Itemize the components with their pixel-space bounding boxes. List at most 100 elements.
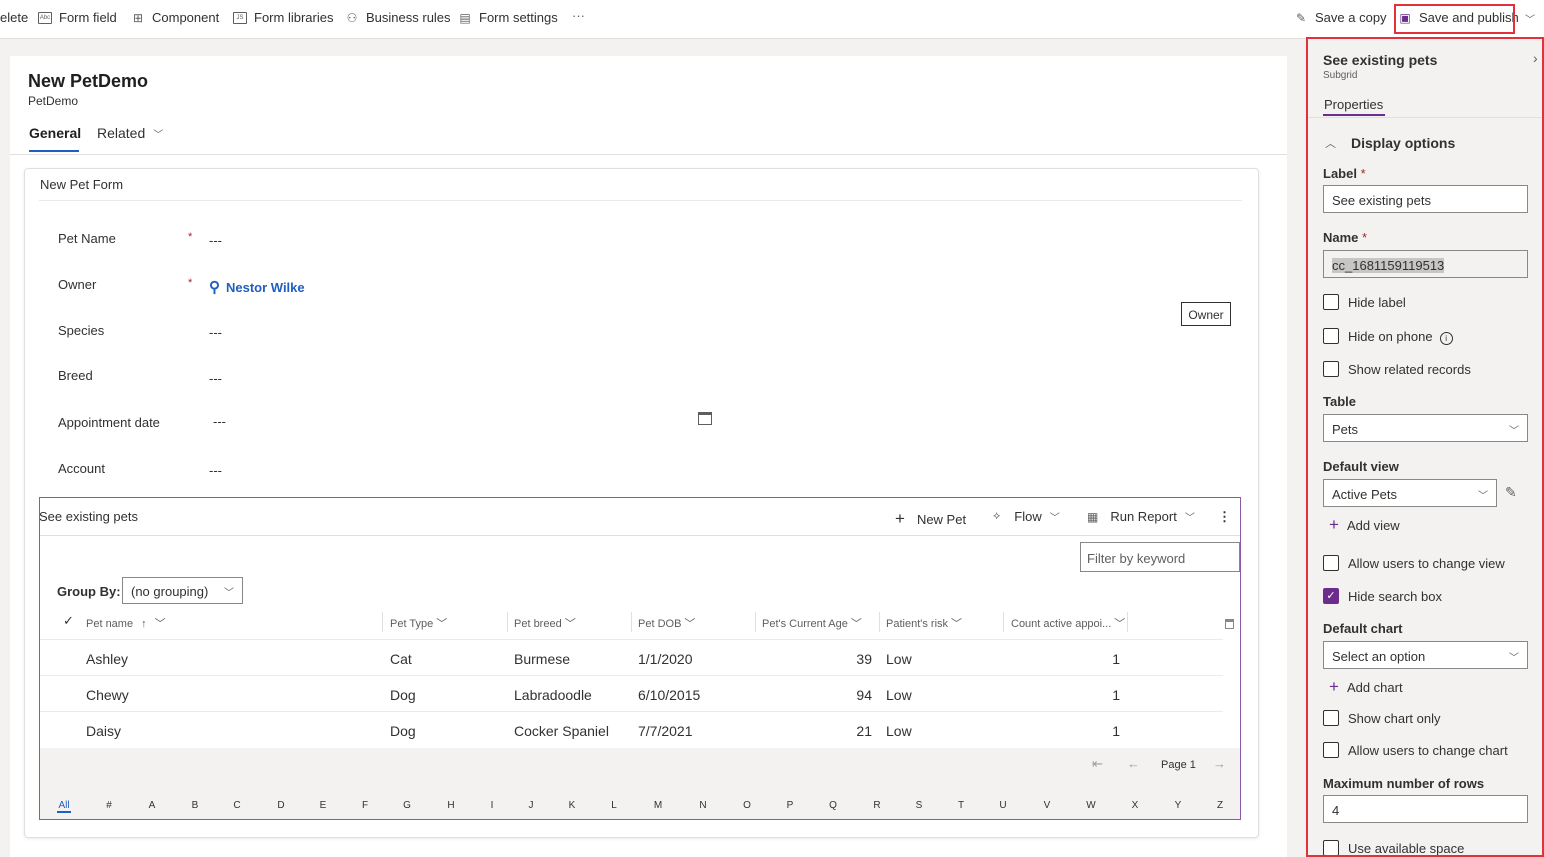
column-header-pet-name[interactable]: Pet name ↑ ﹀	[86, 615, 166, 631]
allow-change-view-checkbox[interactable]	[1323, 555, 1339, 571]
close-panel-icon[interactable]: ›	[1533, 50, 1538, 66]
tab-properties[interactable]: Properties	[1324, 97, 1383, 112]
chevron-up-icon[interactable]: ︿	[1325, 135, 1336, 151]
hide-label-checkbox[interactable]	[1323, 294, 1339, 310]
jump-letter-b[interactable]: B	[188, 800, 202, 811]
calendar-icon[interactable]	[698, 412, 712, 425]
tab-selected-indicator	[29, 150, 79, 152]
jump-letter-o[interactable]: O	[740, 800, 754, 811]
jump-letter-m[interactable]: M	[651, 800, 665, 811]
jump-letter-t[interactable]: T	[954, 800, 968, 811]
jump-letter-p[interactable]: P	[783, 800, 797, 811]
jump-letter-j[interactable]: J	[524, 800, 538, 811]
jump-letter-e[interactable]: E	[316, 800, 330, 811]
component-button[interactable]: ⊞ Component	[131, 10, 219, 25]
run-report-button[interactable]: ▦ Run Report ﹀	[1087, 509, 1195, 524]
jump-letter-k[interactable]: K	[565, 800, 579, 811]
column-editor-icon[interactable]	[1225, 619, 1234, 629]
column-header-pet-type[interactable]: Pet Type ﹀	[390, 615, 447, 631]
hide-search-box-checkbox[interactable]: ✓	[1323, 588, 1339, 604]
filter-by-keyword-input[interactable]: Filter by keyword	[1080, 542, 1240, 572]
chevron-down-icon: ﹀	[436, 618, 448, 630]
jump-letter-all[interactable]: All	[57, 800, 71, 813]
appointment-date-value[interactable]: ---	[213, 414, 226, 429]
account-value[interactable]: ---	[209, 463, 222, 478]
more-commands-button[interactable]: ···	[572, 8, 585, 23]
column-header-current-age[interactable]: Pet's Current Age ﹀	[762, 615, 862, 631]
form-field-button[interactable]: Abc Form field	[38, 10, 117, 25]
cell-pet-name[interactable]: Daisy	[86, 723, 121, 739]
column-separator	[507, 612, 508, 632]
form-libraries-button[interactable]: JS Form libraries	[233, 10, 333, 25]
more-vertical-icon[interactable]: ⋮	[1218, 509, 1231, 525]
new-pet-button[interactable]: + New Pet	[895, 509, 966, 529]
jump-letter-f[interactable]: F	[358, 800, 372, 811]
cell-pet-name[interactable]: Chewy	[86, 687, 129, 703]
use-available-space-checkbox[interactable]	[1323, 840, 1339, 856]
flow-button[interactable]: ⟡ Flow ﹀	[993, 509, 1060, 524]
default-view-select[interactable]: Active Pets ﹀	[1323, 479, 1497, 507]
jump-letter-v[interactable]: V	[1040, 800, 1054, 811]
jump-letter-r[interactable]: R	[870, 800, 884, 811]
select-all-checkmark-icon[interactable]: ✓	[63, 613, 74, 629]
column-header-pet-breed[interactable]: Pet breed ﹀	[514, 615, 576, 631]
cell-pet-dob: 7/7/2021	[638, 723, 693, 739]
jump-letter-w[interactable]: W	[1084, 800, 1098, 811]
pet-name-value[interactable]: ---	[209, 233, 222, 248]
jump-letter-y[interactable]: Y	[1171, 800, 1185, 811]
allow-change-chart-checkbox[interactable]	[1323, 742, 1339, 758]
next-page-icon[interactable]: →	[1213, 756, 1226, 771]
chevron-down-icon: ﹀	[153, 130, 164, 141]
cell-pet-name[interactable]: Ashley	[86, 651, 128, 667]
default-chart-select[interactable]: Select an option ﹀	[1323, 641, 1528, 669]
breed-value[interactable]: ---	[209, 371, 222, 386]
max-rows-input[interactable]: 4	[1323, 795, 1528, 823]
column-header-pet-dob[interactable]: Pet DOB ﹀	[638, 615, 695, 631]
jump-letter-s[interactable]: S	[912, 800, 926, 811]
chevron-down-icon: ﹀	[154, 618, 166, 630]
add-chart-button[interactable]: + Add chart	[1329, 677, 1403, 697]
jump-letter-h[interactable]: H	[444, 800, 458, 811]
hide-on-phone-checkbox[interactable]	[1323, 328, 1339, 344]
previous-page-icon[interactable]: ←	[1127, 756, 1140, 771]
hide-on-phone-label: Hide on phone	[1348, 329, 1433, 344]
jump-letter-g[interactable]: G	[400, 800, 414, 811]
first-page-icon[interactable]: ⇤	[1092, 756, 1103, 772]
cell-count-active: 1	[1112, 651, 1120, 667]
label-field-label: Label *	[1323, 166, 1366, 181]
cell-patient-risk: Low	[886, 651, 912, 667]
display-options-heading[interactable]: Display options	[1351, 135, 1455, 151]
jump-letter-u[interactable]: U	[996, 800, 1010, 811]
jump-letter-l[interactable]: L	[607, 800, 621, 811]
jump-letter-z[interactable]: Z	[1213, 800, 1227, 811]
jump-letter-x[interactable]: X	[1128, 800, 1142, 811]
business-rules-button[interactable]: ⚇ Business rules	[345, 10, 451, 25]
species-value[interactable]: ---	[209, 325, 222, 340]
form-settings-button[interactable]: ▤ Form settings	[458, 10, 557, 25]
tab-general[interactable]: General	[29, 125, 81, 141]
jump-letter-d[interactable]: D	[274, 800, 288, 811]
jump-letter-hash[interactable]: #	[102, 800, 116, 811]
save-copy-button[interactable]: ✎ Save a copy	[1294, 10, 1387, 25]
name-input[interactable]: cc_1681159119513	[1323, 250, 1528, 278]
edit-view-pencil-icon[interactable]: ✎	[1505, 484, 1517, 501]
column-header-patient-risk[interactable]: Patient's risk ﹀	[886, 615, 962, 631]
save-dropdown-chevron-icon[interactable]: ﹀	[1525, 11, 1535, 26]
show-chart-only-checkbox[interactable]	[1323, 710, 1339, 726]
show-related-records-checkbox[interactable]	[1323, 361, 1339, 377]
label-input[interactable]: See existing pets	[1323, 185, 1528, 213]
column-header-label: Pet's Current Age	[762, 618, 848, 630]
tab-related[interactable]: Related ﹀	[97, 125, 163, 141]
add-view-button[interactable]: + Add view	[1329, 515, 1400, 535]
jump-letter-n[interactable]: N	[696, 800, 710, 811]
jump-letter-c[interactable]: C	[230, 800, 244, 811]
jump-letter-a[interactable]: A	[145, 800, 159, 811]
info-icon[interactable]: i	[1439, 332, 1453, 345]
jump-letter-i[interactable]: I	[485, 800, 499, 811]
group-by-select[interactable]: (no grouping) ﹀	[122, 577, 243, 604]
table-select[interactable]: Pets ﹀	[1323, 414, 1528, 442]
jump-letter-q[interactable]: Q	[826, 800, 840, 811]
owner-value[interactable]: ⚲ Nestor Wilke	[209, 278, 305, 296]
delete-button[interactable]: elete	[0, 10, 28, 25]
column-header-count-active[interactable]: Count active appoi... ﹀	[1011, 615, 1125, 631]
